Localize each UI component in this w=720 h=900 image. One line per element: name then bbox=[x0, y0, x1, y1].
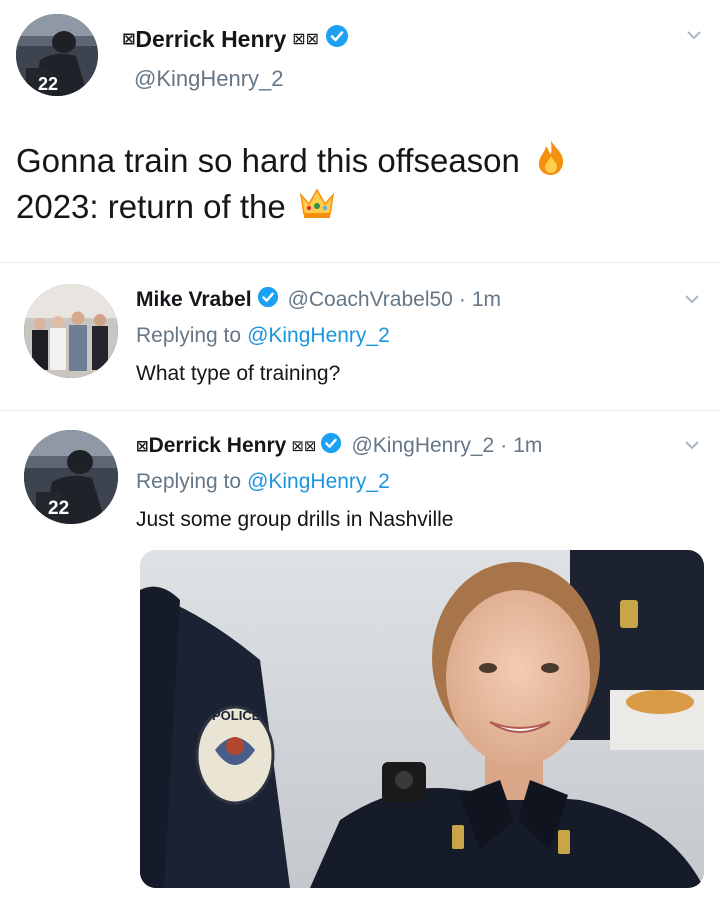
reply1-author-name[interactable]: Mike Vrabel bbox=[136, 288, 252, 312]
chevron-down-icon[interactable] bbox=[686, 28, 702, 46]
replying-to-label: Replying to bbox=[136, 324, 242, 347]
separator-dot: · bbox=[458, 288, 466, 311]
main-author-name-row: ⊠ Derrick Henry ⊠⊠ bbox=[122, 24, 349, 54]
reply2-text: Just some group drills in Nashville bbox=[136, 508, 454, 531]
name-prefix-glyph: ⊠ bbox=[122, 31, 136, 48]
reply2-author-name[interactable]: Derrick Henry bbox=[149, 434, 287, 458]
reply2-avatar[interactable]: 22 bbox=[24, 430, 118, 524]
reply1-header: Mike Vrabel @CoachVrabel50 · 1m bbox=[136, 286, 501, 314]
name-suffix-glyphs: ⊠⊠ bbox=[291, 438, 317, 455]
reply1-timestamp[interactable]: 1m bbox=[472, 288, 501, 312]
crown-emoji-icon bbox=[298, 186, 336, 228]
name-prefix-glyph: ⊠ bbox=[136, 438, 149, 455]
tweet-attached-photo[interactable]: POLICE bbox=[140, 550, 704, 888]
tweet-text-2: 2023: return of the bbox=[16, 188, 286, 225]
separator-dot: · bbox=[500, 434, 508, 457]
reply2-header: ⊠ Derrick Henry ⊠⊠ @KingHenry_2 · 1m bbox=[136, 432, 542, 460]
reply1-avatar[interactable] bbox=[24, 284, 118, 378]
reply2-replying-to: Replying to @KingHenry_2 bbox=[136, 470, 390, 494]
replying-to-handle-link[interactable]: @KingHenry_2 bbox=[247, 324, 390, 348]
verified-badge-icon bbox=[257, 286, 279, 314]
replying-to-handle-link[interactable]: @KingHenry_2 bbox=[247, 470, 390, 494]
reply1-handle[interactable]: @CoachVrabel50 bbox=[288, 288, 453, 312]
svg-text:POLICE: POLICE bbox=[212, 708, 261, 723]
divider bbox=[0, 262, 720, 263]
svg-text:22: 22 bbox=[48, 498, 69, 519]
fire-emoji-icon bbox=[534, 138, 568, 184]
reply2-timestamp[interactable]: 1m bbox=[513, 434, 542, 458]
replying-to-label: Replying to bbox=[136, 470, 242, 493]
name-suffix-glyphs: ⊠⊠ bbox=[292, 31, 320, 48]
group-photo-avatar-image bbox=[24, 284, 118, 378]
player-avatar-image: 22 bbox=[16, 14, 98, 96]
officer-photo-image: POLICE bbox=[140, 550, 704, 888]
author-name[interactable]: Derrick Henry bbox=[135, 26, 286, 53]
tweet-text-line-2: 2023: return of the bbox=[16, 186, 336, 228]
tweet-text-1: Gonna train so hard this offseason bbox=[16, 142, 520, 179]
tweet-text-line-1: Gonna train so hard this offseason bbox=[16, 138, 568, 184]
reply1-replying-to: Replying to @KingHenry_2 bbox=[136, 324, 390, 348]
main-avatar[interactable]: 22 bbox=[16, 14, 98, 96]
verified-badge-icon bbox=[320, 432, 342, 460]
svg-text:22: 22 bbox=[38, 74, 58, 94]
chevron-down-icon[interactable] bbox=[684, 438, 700, 456]
reply1-text: What type of training? bbox=[136, 362, 341, 385]
divider bbox=[0, 410, 720, 411]
verified-badge-icon bbox=[325, 24, 349, 54]
chevron-down-icon[interactable] bbox=[684, 292, 700, 310]
reply2-handle[interactable]: @KingHenry_2 bbox=[351, 434, 494, 458]
player-avatar-image: 22 bbox=[24, 430, 118, 524]
author-handle[interactable]: @KingHenry_2 bbox=[134, 66, 284, 92]
